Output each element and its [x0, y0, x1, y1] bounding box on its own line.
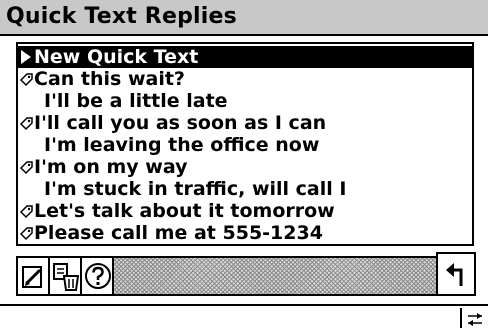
copy-button[interactable]	[50, 258, 82, 294]
list-item-label: Please call me at 555-1234	[34, 222, 323, 244]
list-item-label: I'm on my way	[34, 156, 188, 178]
list-item-label: Can this wait?	[34, 68, 185, 90]
list-item[interactable]: Can this wait?	[18, 68, 472, 90]
list-item[interactable]: I'll call you as soon as I can	[18, 112, 472, 134]
list-item[interactable]: I'm leaving the office now	[18, 134, 472, 156]
list-item-label: I'm stuck in traffic, will call I	[44, 178, 347, 200]
copy-icon	[53, 263, 80, 291]
folder-diamond-icon	[19, 205, 33, 219]
list-item[interactable]: I'll be a little late	[18, 90, 472, 112]
help-button[interactable]	[82, 258, 114, 294]
toolbar	[16, 256, 474, 296]
edit-icon	[22, 266, 42, 288]
list-item-label: I'll call you as soon as I can	[34, 112, 327, 134]
swap-arrows-icon[interactable]	[466, 310, 484, 328]
list-item-label: New Quick Text	[34, 46, 199, 68]
list-item-label: I'm leaving the office now	[44, 134, 320, 156]
divider	[0, 304, 488, 306]
edit-button[interactable]	[18, 258, 50, 294]
list-item[interactable]: I'm on my way	[18, 156, 472, 178]
list-item-label: Let's talk about it tomorrow	[34, 200, 335, 222]
text-cursor	[460, 308, 462, 328]
list-item[interactable]: Please call me at 555-1234	[18, 222, 472, 244]
play-icon	[21, 50, 31, 64]
toolbar-filler	[114, 258, 440, 294]
folder-diamond-icon	[19, 227, 33, 241]
help-icon	[85, 263, 111, 289]
list-item-new-quick-text[interactable]: New Quick Text	[18, 46, 472, 68]
list-item-label: I'll be a little late	[44, 90, 228, 112]
back-button[interactable]	[436, 252, 476, 296]
folder-diamond-icon	[19, 73, 33, 87]
window-title: Quick Text Replies	[6, 4, 237, 29]
back-arrow-icon	[446, 263, 463, 286]
quick-text-list[interactable]: New Quick Text Can this wait? I'll be a …	[16, 42, 474, 246]
folder-diamond-icon	[19, 161, 33, 175]
list-item[interactable]: I'm stuck in traffic, will call I	[18, 178, 472, 200]
folder-diamond-icon	[19, 117, 33, 131]
list-item[interactable]: Let's talk about it tomorrow	[18, 200, 472, 222]
title-bar: Quick Text Replies	[0, 0, 488, 36]
